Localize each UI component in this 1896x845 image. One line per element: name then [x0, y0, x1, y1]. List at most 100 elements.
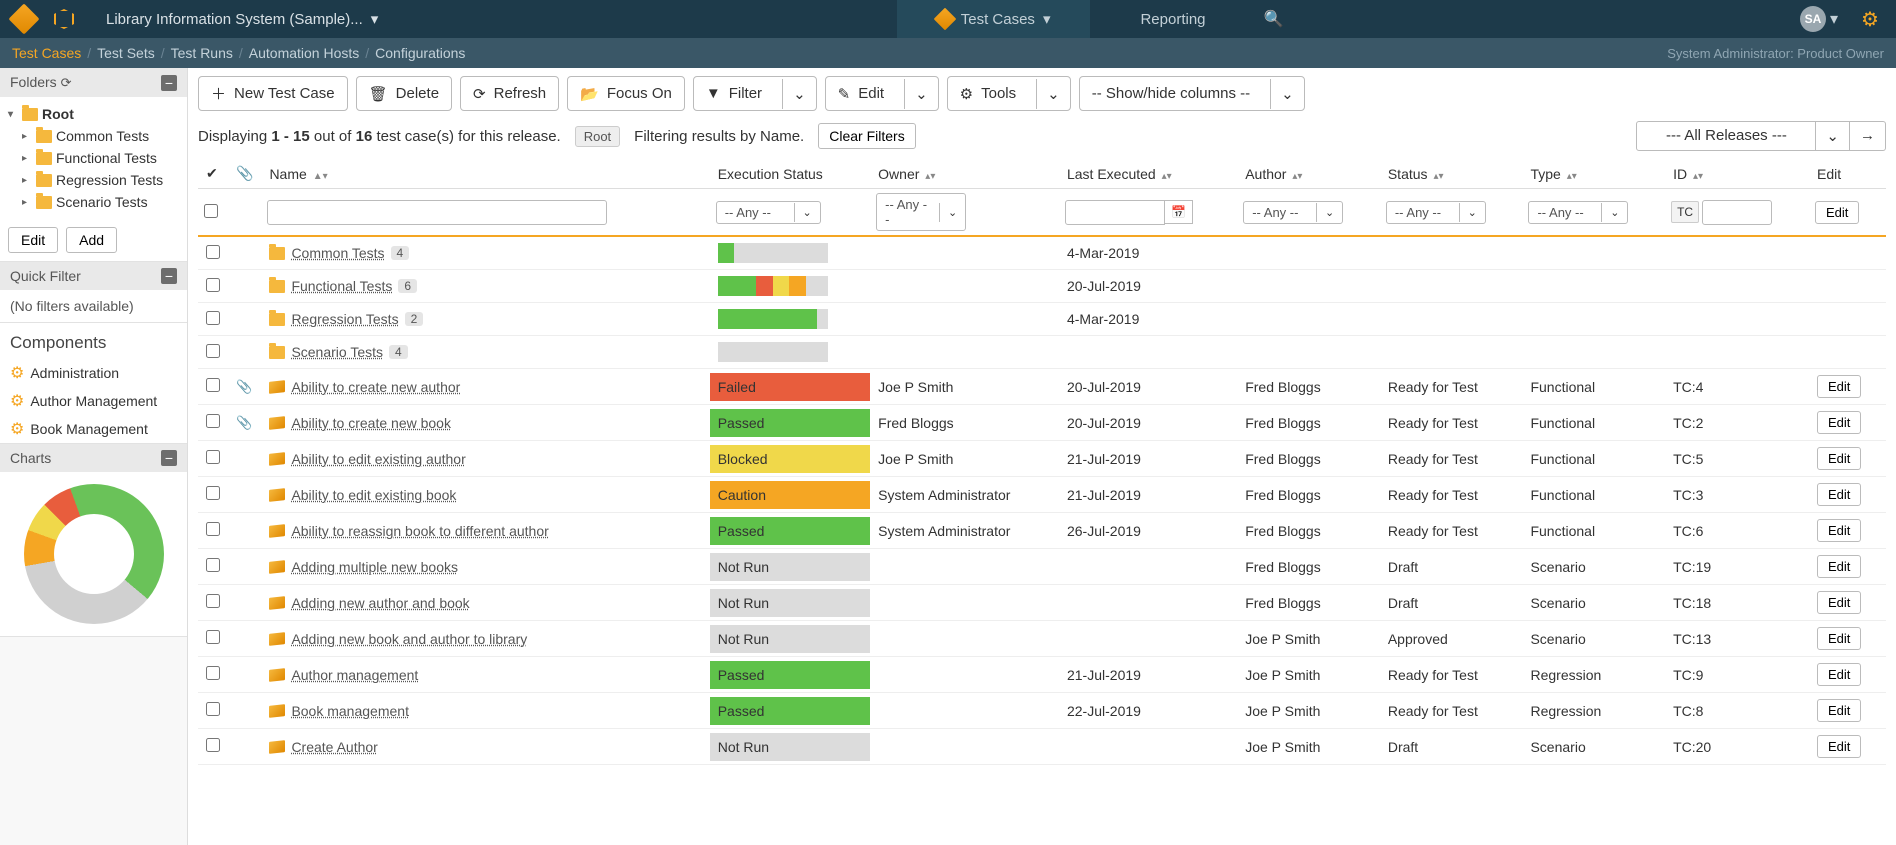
subnav-item[interactable]: Automation Hosts	[249, 45, 360, 61]
collapse-charts-button[interactable]: −	[161, 450, 177, 466]
component-item[interactable]: ⚙Book Management	[0, 415, 187, 443]
subnav-item[interactable]: Test Cases	[12, 45, 81, 61]
tree-node[interactable]: ▸Functional Tests	[4, 147, 183, 169]
edit-folder-button[interactable]: Edit	[8, 227, 58, 253]
focus-button[interactable]: 📂Focus On	[567, 76, 685, 111]
row-checkbox[interactable]	[206, 245, 220, 259]
row-edit-button[interactable]: Edit	[1817, 519, 1861, 542]
search-button[interactable]: 🔍	[1256, 0, 1292, 38]
row-edit-button[interactable]: Edit	[1817, 555, 1861, 578]
row-checkbox[interactable]	[206, 702, 220, 716]
chevron-down-icon[interactable]: ⌄	[1816, 121, 1850, 151]
testcase-link[interactable]: Ability to edit existing author	[291, 451, 465, 467]
testcase-link[interactable]: Create Author	[291, 739, 377, 755]
tools-button[interactable]: ⚙Tools⌄	[947, 76, 1071, 111]
component-item[interactable]: ⚙Administration	[0, 359, 187, 387]
delete-button[interactable]: 🗑Delete	[356, 76, 452, 111]
subnav-item[interactable]: Configurations	[375, 45, 465, 61]
row-checkbox[interactable]	[206, 378, 220, 392]
tree-node[interactable]: ▸Regression Tests	[4, 169, 183, 191]
folder-link[interactable]: Scenario Tests	[291, 344, 383, 360]
row-edit-button[interactable]: Edit	[1817, 411, 1861, 434]
component-item[interactable]: ⚙Author Management	[0, 387, 187, 415]
row-checkbox[interactable]	[206, 630, 220, 644]
chevron-down-icon[interactable]: ⌄	[782, 79, 816, 109]
row-edit-button[interactable]: Edit	[1817, 663, 1861, 686]
check-icon[interactable]: ✔	[206, 165, 218, 181]
edit-button[interactable]: ✎Edit⌄	[825, 76, 939, 111]
refresh-folders-icon[interactable]: ⟳	[61, 75, 72, 90]
testcase-link[interactable]: Adding multiple new books	[291, 559, 458, 575]
collapse-folders-button[interactable]: −	[161, 75, 177, 91]
folder-link[interactable]: Regression Tests	[291, 311, 398, 327]
release-selector[interactable]: --- All Releases --- ⌄ →	[1636, 121, 1886, 151]
product-hex-icon[interactable]	[48, 3, 80, 35]
testcase-link[interactable]: Adding new book and author to library	[291, 631, 527, 647]
filter-lastexec-input[interactable]	[1065, 200, 1165, 225]
testcase-link[interactable]: Author management	[291, 667, 418, 683]
calendar-icon[interactable]: 📅	[1165, 200, 1193, 224]
attachment-icon[interactable]: 📎	[236, 165, 253, 181]
row-checkbox[interactable]	[206, 311, 220, 325]
project-selector[interactable]: Library Information System (Sample)... ▾	[88, 0, 396, 38]
clear-filters-button[interactable]: Clear Filters	[818, 123, 915, 149]
folder-link[interactable]: Common Tests	[291, 245, 384, 261]
filter-exec-select[interactable]: -- Any --⌄	[716, 201, 821, 224]
filter-button[interactable]: ▼Filter⌄	[693, 76, 817, 111]
filter-name-input[interactable]	[267, 200, 607, 225]
filter-status-select[interactable]: -- Any --⌄	[1386, 201, 1486, 224]
select-all-checkbox[interactable]	[204, 204, 218, 218]
new-testcase-button[interactable]: ＋New Test Case	[198, 76, 348, 111]
row-checkbox[interactable]	[206, 666, 220, 680]
folder-chip[interactable]: Root	[575, 126, 620, 147]
row-checkbox[interactable]	[206, 738, 220, 752]
row-checkbox[interactable]	[206, 344, 220, 358]
columns-dropdown[interactable]: -- Show/hide columns --⌄	[1079, 76, 1305, 111]
attachment-icon[interactable]: 📎	[236, 415, 252, 430]
testcase-link[interactable]: Adding new author and book	[291, 595, 469, 611]
testcase-link[interactable]: Ability to create new author	[291, 379, 460, 395]
app-logo-icon[interactable]	[8, 3, 40, 35]
row-edit-button[interactable]: Edit	[1817, 699, 1861, 722]
row-edit-button[interactable]: Edit	[1817, 483, 1861, 506]
chevron-down-icon[interactable]: ⌄	[1270, 79, 1304, 109]
chevron-down-icon[interactable]: ⌄	[1036, 79, 1070, 109]
arrow-right-icon[interactable]: →	[1850, 121, 1886, 151]
subnav-item[interactable]: Test Sets	[97, 45, 155, 61]
row-edit-button[interactable]: Edit	[1817, 591, 1861, 614]
user-menu[interactable]: SA ▾	[1792, 0, 1846, 38]
subnav-item[interactable]: Test Runs	[171, 45, 233, 61]
row-checkbox[interactable]	[206, 594, 220, 608]
refresh-button[interactable]: ⟳Refresh	[460, 76, 559, 111]
attachment-icon[interactable]: 📎	[236, 379, 252, 394]
chevron-down-icon[interactable]: ⌄	[904, 79, 938, 109]
filter-type-select[interactable]: -- Any --⌄	[1528, 201, 1628, 224]
row-checkbox[interactable]	[206, 414, 220, 428]
row-checkbox[interactable]	[206, 522, 220, 536]
testcase-link[interactable]: Ability to edit existing book	[291, 487, 456, 503]
row-checkbox[interactable]	[206, 450, 220, 464]
row-checkbox[interactable]	[206, 278, 220, 292]
collapse-quickfilter-button[interactable]: −	[161, 268, 177, 284]
testcase-link[interactable]: Ability to create new book	[291, 415, 451, 431]
tree-node[interactable]: ▸Common Tests	[4, 125, 183, 147]
tab-reporting[interactable]: Reporting	[1100, 0, 1245, 38]
row-edit-button[interactable]: Edit	[1817, 735, 1861, 758]
row-edit-button[interactable]: Edit	[1817, 447, 1861, 470]
row-edit-button[interactable]: Edit	[1817, 375, 1861, 398]
row-edit-button[interactable]: Edit	[1817, 627, 1861, 650]
row-checkbox[interactable]	[206, 486, 220, 500]
tree-node[interactable]: ▸Scenario Tests	[4, 191, 183, 213]
admin-settings-button[interactable]: ⚙	[1852, 0, 1888, 38]
filter-id-input[interactable]	[1702, 200, 1772, 225]
add-folder-button[interactable]: Add	[66, 227, 117, 253]
row-checkbox[interactable]	[206, 558, 220, 572]
testcase-link[interactable]: Ability to reassign book to different au…	[291, 523, 548, 539]
tab-test-cases[interactable]: Test Cases ▾	[897, 0, 1091, 38]
filter-author-select[interactable]: -- Any --⌄	[1243, 201, 1343, 224]
folder-link[interactable]: Functional Tests	[291, 278, 392, 294]
filter-edit-button[interactable]: Edit	[1815, 201, 1859, 224]
testcase-link[interactable]: Book management	[291, 703, 409, 719]
tree-node-root[interactable]: ▾ Root	[4, 103, 183, 125]
filter-owner-select[interactable]: -- Any --⌄	[876, 193, 966, 231]
